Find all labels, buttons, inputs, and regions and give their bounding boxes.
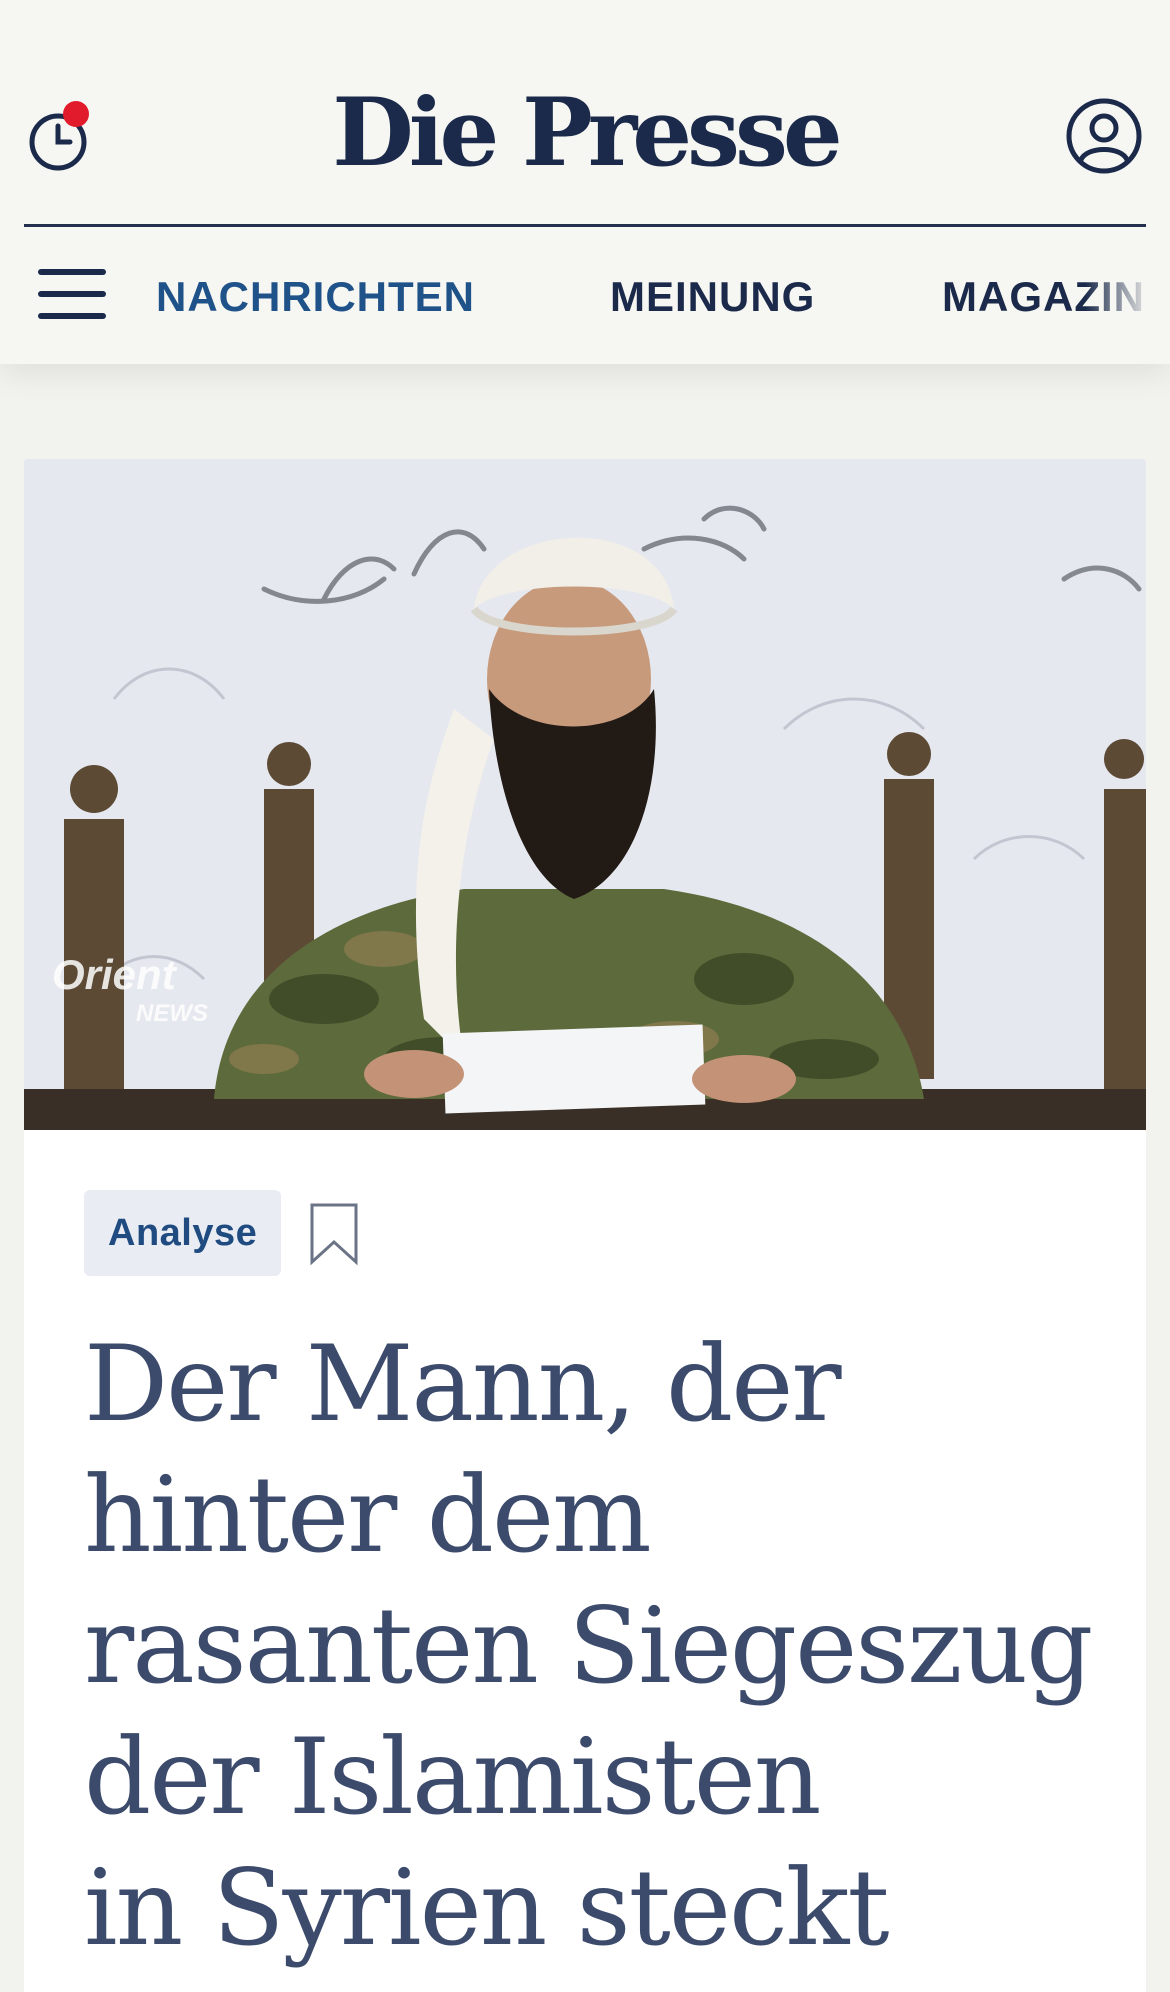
headline-line: Der Mann, der [84,1323,842,1445]
image-watermark-sub: NEWS [136,1000,208,1027]
nav-item-meinung[interactable]: MEINUNG [610,272,815,322]
article-card[interactable]: Orient NEWS Analyse Der Mann, der hinter… [24,459,1146,1992]
headline-line: in Syrien steckt [84,1847,890,1969]
header-top-row: Die Presse [0,0,1170,226]
article-category-tag[interactable]: Analyse [84,1190,282,1276]
headline-line: hinter dem [84,1454,652,1576]
headline-line: der Islamisten [84,1716,821,1838]
site-logo[interactable]: Die Presse [0,78,1170,188]
nav-item-nachrichten[interactable]: NACHRICHTEN [156,272,475,322]
hero-illustration: Orient NEWS [24,459,1146,1130]
bookmark-button[interactable] [308,1202,360,1266]
headline-line: rasanten Siegeszug [84,1585,1093,1707]
account-button[interactable] [1064,96,1144,176]
nav-scroll-fade [1085,227,1170,364]
article-hero-image: Orient NEWS [24,459,1146,1130]
article-headline[interactable]: Der Mann, der hinter dem rasanten Sieges… [84,1319,1093,1974]
image-watermark: Orient [52,951,178,998]
bookmark-icon [310,1203,358,1266]
hamburger-menu-icon[interactable] [38,269,106,325]
section-nav: NACHRICHTEN MEINUNG MAGAZIN [0,227,1170,364]
article-meta-row: Analyse [84,1190,358,1276]
site-header: Die Presse NACHRICHTEN MEINUNG MAGAZIN [0,0,1170,364]
account-icon [1066,98,1142,174]
